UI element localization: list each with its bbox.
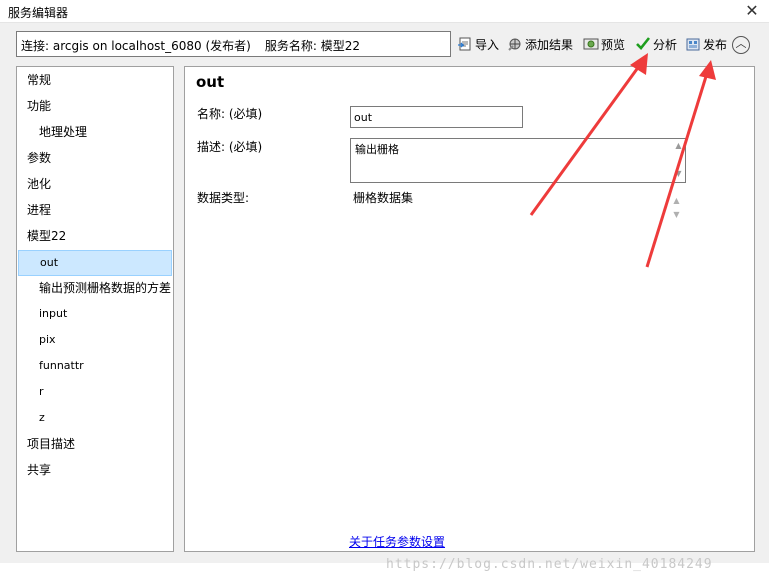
name-field[interactable]: [350, 106, 523, 128]
import-button[interactable]: 导入: [457, 33, 499, 55]
sidebar-item-item-description[interactable]: 项目描述: [17, 432, 183, 456]
window-title: 服务编辑器: [8, 6, 69, 20]
publish-button[interactable]: 发布: [685, 33, 727, 55]
collapse-button[interactable]: ︿: [732, 36, 750, 54]
sidebar-item-sharing[interactable]: 共享: [17, 458, 183, 482]
sidebar-item-input[interactable]: input: [17, 302, 195, 326]
add-result-label: 添加结果: [525, 37, 574, 52]
data-type-value: 栅格数据集: [353, 191, 414, 205]
preview-icon: [583, 38, 599, 50]
sidebar-item-processes[interactable]: 进程: [17, 198, 183, 222]
name-label: 名称: (必填): [197, 107, 263, 121]
sidebar-item-funnattr[interactable]: funnattr: [17, 354, 195, 378]
data-type-label: 数据类型:: [197, 191, 250, 205]
sidebar-item-general[interactable]: 常规: [17, 68, 183, 92]
service-editor-body: 连接: arcgis on localhost_6080 (发布者) 服务名称: …: [0, 23, 769, 572]
import-icon: [458, 37, 471, 51]
preview-label: 预览: [601, 37, 626, 52]
parameter-title: out: [196, 73, 225, 91]
preview-button[interactable]: 预览: [583, 33, 625, 55]
service-name-text: 服务名称: 模型22: [264, 39, 360, 53]
watermark: https://blog.csdn.net/weixin_40184249: [386, 557, 713, 572]
description-scrollbar[interactable]: ▲ ▼: [672, 139, 685, 182]
sidebar: 常规 功能 地理处理 参数 池化 进程 模型22 out 输出预测栅格数据的方差…: [16, 66, 174, 552]
sidebar-item-model22[interactable]: 模型22: [17, 224, 183, 248]
analyze-label: 分析: [653, 37, 678, 52]
task-parameter-help-link[interactable]: 关于任务参数设置: [349, 533, 445, 550]
sidebar-item-pix[interactable]: pix: [17, 328, 195, 352]
connection-text: 连接: arcgis on localhost_6080 (发布者): [21, 39, 251, 53]
description-label: 描述: (必填): [197, 140, 263, 154]
sidebar-item-parameters[interactable]: 参数: [17, 146, 183, 170]
add-result-button[interactable]: 添加结果: [507, 33, 573, 55]
connection-field[interactable]: 连接: arcgis on localhost_6080 (发布者) 服务名称: …: [16, 31, 451, 57]
publish-label: 发布: [703, 37, 728, 52]
publish-icon: [686, 38, 700, 51]
sidebar-item-z[interactable]: z: [17, 406, 195, 430]
title-bar: 服务编辑器 ✕: [0, 0, 769, 23]
parameter-panel: out 名称: (必填) 描述: (必填) 输出栅格 ▲▼ 数据类型: 栅格数据…: [184, 66, 755, 552]
close-button[interactable]: ✕: [735, 0, 769, 22]
sidebar-item-variance-output[interactable]: 输出预测栅格数据的方差: [17, 276, 195, 300]
sidebar-item-r[interactable]: r: [17, 380, 195, 404]
sidebar-item-geoprocessing[interactable]: 地理处理: [17, 120, 195, 144]
description-field[interactable]: 输出栅格 ▲ ▼: [350, 138, 686, 183]
analyze-button[interactable]: 分析: [635, 33, 677, 55]
add-result-icon: [508, 38, 521, 51]
description-text: 输出栅格: [355, 143, 399, 156]
sidebar-item-pooling[interactable]: 池化: [17, 172, 183, 196]
import-label: 导入: [475, 37, 500, 52]
checkmark-icon: [636, 37, 651, 50]
inactive-scrollbar: ▲ ▼: [673, 196, 680, 219]
sidebar-item-capabilities[interactable]: 功能: [17, 94, 183, 118]
sidebar-item-out[interactable]: out: [18, 250, 172, 276]
